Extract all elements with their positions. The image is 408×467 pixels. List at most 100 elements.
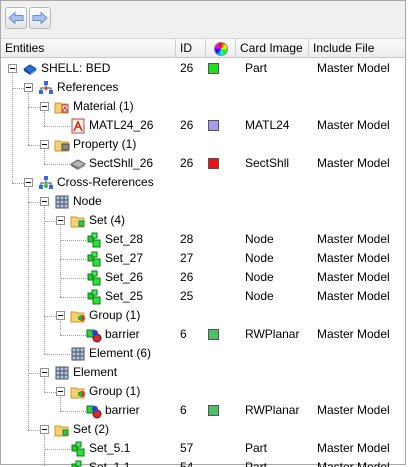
tree-row[interactable]: SHELL: BED 26 Part Master Model xyxy=(1,59,405,78)
set-icon xyxy=(86,270,102,286)
tree-connector xyxy=(60,278,86,279)
tree-row[interactable]: References xyxy=(1,78,405,97)
collapse-toggle-icon[interactable] xyxy=(56,311,65,320)
folder-set-icon xyxy=(70,213,86,229)
tree-connector xyxy=(28,373,40,374)
tree-connector xyxy=(12,74,13,183)
tree-connector xyxy=(44,354,70,355)
tree-row[interactable]: Group (1) xyxy=(1,306,405,325)
tree-connector xyxy=(12,183,24,184)
collapse-toggle-icon[interactable] xyxy=(40,102,49,111)
tree-row[interactable]: barrier 6 RWPlanar Master Model xyxy=(1,325,405,344)
header-include-file[interactable]: Include File xyxy=(309,39,405,58)
include-file: Master Model xyxy=(317,289,390,303)
collapse-toggle-icon[interactable] xyxy=(8,64,17,73)
tree-row[interactable]: Cross-References xyxy=(1,173,405,192)
tree-connector xyxy=(28,202,40,203)
tree-row[interactable]: Set_25 25 Node Master Model xyxy=(1,287,405,306)
tree-connector xyxy=(28,430,40,431)
header-color[interactable] xyxy=(206,39,236,58)
entity-label: barrier xyxy=(105,327,140,341)
include-file: Master Model xyxy=(317,327,390,341)
arrow-left-icon xyxy=(8,11,24,25)
arrow-right-icon xyxy=(32,11,48,25)
tree-row[interactable]: barrier 6 RWPlanar Master Model xyxy=(1,401,405,420)
back-button[interactable] xyxy=(5,7,27,29)
shell-part-icon xyxy=(22,61,38,77)
header-card-image[interactable]: Card Image xyxy=(236,39,309,58)
card-image: MATL24 xyxy=(245,118,290,132)
entity-id: 26 xyxy=(180,118,194,132)
folder-group-icon xyxy=(70,384,86,400)
tree-connector xyxy=(28,93,29,145)
tree-row[interactable]: Element xyxy=(1,363,405,382)
tree-row[interactable]: Property (1) xyxy=(1,135,405,154)
set-icon xyxy=(70,460,86,467)
color-wheel-icon xyxy=(213,41,228,56)
entity-label: Set_25 xyxy=(105,289,144,303)
card-image: RWPlanar xyxy=(245,403,300,417)
group-icon xyxy=(86,327,102,343)
tree-row[interactable]: Set_26 26 Node Master Model xyxy=(1,268,405,287)
card-image: SectShll xyxy=(245,156,290,170)
node-folder-icon xyxy=(54,194,70,210)
entity-id: 28 xyxy=(180,232,194,246)
element-folder-icon xyxy=(54,365,70,381)
collapse-toggle-icon[interactable] xyxy=(40,140,49,149)
tree-row[interactable]: Set (2) xyxy=(1,420,405,439)
entity-label: Set_27 xyxy=(105,251,144,265)
tree-row[interactable]: SectShll_26 26 SectShll Master Model xyxy=(1,154,405,173)
entity-label: References xyxy=(57,80,119,94)
tree-row[interactable]: Set_1.1 54 Part Master Model xyxy=(1,458,405,467)
tree-connector xyxy=(60,335,86,336)
entity-label: Element (6) xyxy=(89,346,152,360)
card-image: Part xyxy=(245,61,268,75)
tree-connector xyxy=(60,240,86,241)
collapse-toggle-icon[interactable] xyxy=(40,197,49,206)
tree-connector xyxy=(44,316,56,317)
tree-connector xyxy=(44,150,45,164)
entity-id: 6 xyxy=(180,327,187,341)
collapse-toggle-icon[interactable] xyxy=(24,83,33,92)
entity-id: 54 xyxy=(180,460,194,467)
color-swatch[interactable] xyxy=(208,63,219,74)
entity-browser-panel: Entities ID Card Image Include File SHEL… xyxy=(0,0,406,467)
forward-button[interactable] xyxy=(29,7,51,29)
color-swatch[interactable] xyxy=(208,120,219,131)
color-swatch[interactable] xyxy=(208,158,219,169)
entity-label: Set_28 xyxy=(105,232,144,246)
color-swatch[interactable] xyxy=(208,329,219,340)
tree-row[interactable]: Set_27 27 Node Master Model xyxy=(1,249,405,268)
entity-label: barrier xyxy=(105,403,140,417)
collapse-toggle-icon[interactable] xyxy=(56,216,65,225)
tree-row[interactable]: Set (4) xyxy=(1,211,405,230)
entity-id: 26 xyxy=(180,270,194,284)
header-id[interactable]: ID xyxy=(176,39,206,58)
collapse-toggle-icon[interactable] xyxy=(56,387,65,396)
header-entities[interactable]: Entities xyxy=(1,39,176,58)
tree-connector xyxy=(28,145,40,146)
tree-row[interactable]: Set_28 28 Node Master Model xyxy=(1,230,405,249)
tree-row[interactable]: Node xyxy=(1,192,405,211)
tree-connector xyxy=(60,226,61,297)
card-image: Node xyxy=(245,232,274,246)
entity-label: Set (4) xyxy=(89,213,126,227)
tree-connector xyxy=(44,435,45,467)
include-file: Master Model xyxy=(317,251,390,265)
tree-row[interactable]: Set_5.1 57 Part Master Model xyxy=(1,439,405,458)
tree-connector xyxy=(44,207,45,354)
collapse-toggle-icon[interactable] xyxy=(40,425,49,434)
entity-id: 26 xyxy=(180,61,194,75)
tree-row[interactable]: Element (6) xyxy=(1,344,405,363)
collapse-toggle-icon[interactable] xyxy=(40,368,49,377)
tree-row[interactable]: Material (1) xyxy=(1,97,405,116)
entity-label: Node xyxy=(73,194,102,208)
tree-connector xyxy=(60,397,61,411)
folder-group-icon xyxy=(70,308,86,324)
collapse-toggle-icon[interactable] xyxy=(24,178,33,187)
tree-row[interactable]: Group (1) xyxy=(1,382,405,401)
tree-connector xyxy=(44,378,45,392)
color-swatch[interactable] xyxy=(208,405,219,416)
element-folder-icon xyxy=(70,346,86,362)
tree-row[interactable]: MATL24_26 26 MATL24 Master Model xyxy=(1,116,405,135)
